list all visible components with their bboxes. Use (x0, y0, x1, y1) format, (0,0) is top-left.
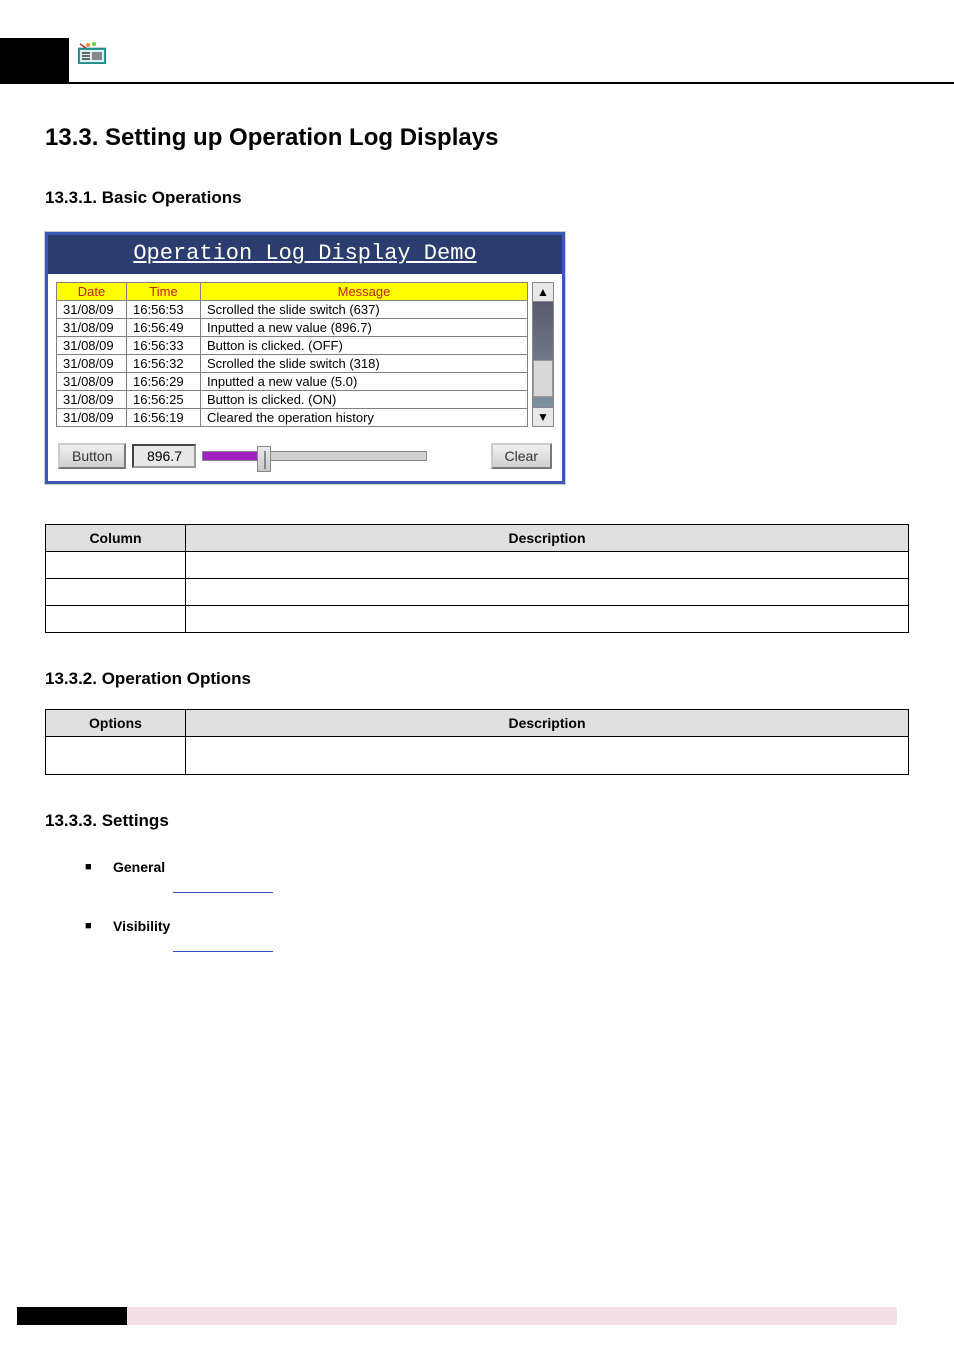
header-black-block (0, 38, 69, 82)
th-description: Description (186, 525, 909, 552)
options-description-table: Options Description (45, 709, 909, 775)
th-options: Options (46, 710, 186, 737)
page-header (0, 0, 954, 82)
table-row: 31/08/0916:56:25Button is clicked. (ON) (57, 391, 528, 409)
table-row: 31/08/0916:56:33Button is clicked. (OFF) (57, 337, 528, 355)
slider-thumb[interactable] (257, 446, 271, 472)
visibility-link[interactable] (173, 938, 273, 952)
operation-log-table: Date Time Message 31/08/0916:56:53Scroll… (56, 282, 528, 427)
app-icon (78, 42, 106, 64)
scrollbar[interactable]: ▲ ▼ (532, 282, 554, 427)
scroll-thumb[interactable] (533, 360, 553, 397)
th-description: Description (186, 710, 909, 737)
col-message: Message (201, 283, 528, 301)
list-item-general: General (85, 859, 909, 896)
table-row: 31/08/0916:56:32Scrolled the slide switc… (57, 355, 528, 373)
th-column: Column (46, 525, 186, 552)
h1-title: 13.3. Setting up Operation Log Displays (45, 124, 909, 152)
demo-panel: Operation Log Display Demo Date Time Mes… (45, 232, 565, 484)
general-link[interactable] (173, 879, 273, 893)
slide-switch[interactable] (202, 446, 427, 466)
col-time: Time (127, 283, 201, 301)
col-date: Date (57, 283, 127, 301)
table-row: 31/08/0916:56:53Scrolled the slide switc… (57, 301, 528, 319)
value-field[interactable]: 896.7 (132, 444, 196, 468)
scroll-down-button[interactable]: ▼ (532, 407, 554, 427)
table-row (46, 737, 909, 775)
clear-button[interactable]: Clear (491, 443, 552, 469)
table-row: 31/08/0916:56:19Cleared the operation hi… (57, 409, 528, 427)
footer-bar (17, 1307, 897, 1325)
table-row (46, 552, 909, 579)
table-row: 31/08/0916:56:29Inputted a new value (5.… (57, 373, 528, 391)
toggle-button[interactable]: Button (58, 443, 126, 469)
table-row (46, 579, 909, 606)
h2-operation-options: 13.3.2. Operation Options (45, 669, 909, 689)
footer-black-block (17, 1307, 127, 1325)
table-row (46, 606, 909, 633)
scroll-up-button[interactable]: ▲ (532, 282, 554, 302)
scroll-track[interactable] (532, 302, 554, 407)
column-description-table: Column Description (45, 524, 909, 633)
table-row: 31/08/0916:56:49Inputted a new value (89… (57, 319, 528, 337)
list-item-visibility: Visibility (85, 918, 909, 955)
demo-title: Operation Log Display Demo (48, 235, 562, 274)
h2-basic-operations: 13.3.1. Basic Operations (45, 188, 909, 208)
h2-settings: 13.3.3. Settings (45, 811, 909, 831)
header-divider (0, 82, 954, 84)
settings-list: General Visibility (85, 859, 909, 955)
